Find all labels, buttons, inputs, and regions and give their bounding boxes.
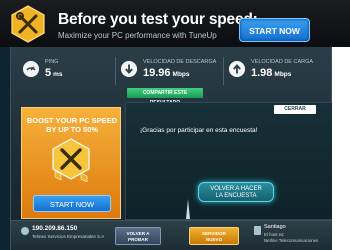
page-margin xyxy=(332,47,350,250)
retest-button[interactable]: VOLVER A PROBAR xyxy=(115,227,161,245)
tuneup-ad-banner[interactable]: Before you test your speed: Maximize you… xyxy=(0,0,350,47)
boost-headline: BOOST YOUR PC SPEED BY UP TO 50% xyxy=(22,116,122,134)
new-server-label-2: NUEVO xyxy=(205,237,223,242)
divider xyxy=(115,57,116,85)
new-server-button[interactable]: SERVIDOR NUEVO xyxy=(189,227,239,245)
close-button[interactable]: CERRAR xyxy=(274,105,316,114)
ping-icon xyxy=(23,61,39,77)
ad-start-now-button[interactable]: START NOW xyxy=(239,18,310,42)
survey-thanks-message: ¡Gracias por participar en esta encuesta… xyxy=(140,127,258,134)
download-stat: VELOCIDAD DE DESCARGA 19.96 Mbps xyxy=(121,59,221,83)
speedtest-app: PING 5 ms VELOCIDAD DE DESCARGA 19.96 Mbps xyxy=(0,47,350,250)
tuneup-logo-icon xyxy=(52,138,90,182)
retake-survey-button[interactable]: VOLVER A HACER LA ENCUESTA xyxy=(198,182,274,202)
upload-arrow-icon xyxy=(229,61,245,77)
isp-name: Telmex Servicios Empresariales S.A xyxy=(32,234,105,239)
download-value: 19.96 xyxy=(143,67,171,79)
ping-unit: ms xyxy=(53,71,63,78)
speed-dial-needle xyxy=(186,199,190,219)
server-host-label: El host es: xyxy=(264,232,285,237)
ad-headline: Before you test your speed: xyxy=(58,11,258,28)
content-row: BOOST YOUR PC SPEED BY UP TO 50% START N… xyxy=(21,102,333,220)
download-value-row: 19.96 Mbps xyxy=(143,67,190,79)
boost-start-now-button[interactable]: START NOW xyxy=(33,195,111,212)
share-result-button[interactable]: COMPARTIR ESTE RESULTADO xyxy=(127,88,203,106)
server-icon xyxy=(254,226,261,235)
boost-headline-line-1: BOOST YOUR PC SPEED xyxy=(26,116,118,125)
globe-icon xyxy=(21,227,29,235)
download-unit: Mbps xyxy=(172,71,190,78)
boost-headline-line-2: BY UP TO 50% xyxy=(45,125,99,134)
survey-panel: CERRAR ¡Gracias por participar en esta e… xyxy=(125,102,333,220)
ping-label: PING xyxy=(45,59,59,65)
results-bar: PING 5 ms VELOCIDAD DE DESCARGA 19.96 Mbps xyxy=(23,57,325,85)
retest-label-2: PROBAR xyxy=(128,237,148,242)
screen: Before you test your speed: Maximize you… xyxy=(0,0,350,250)
download-arrow-icon xyxy=(121,61,137,77)
speedtest-main-panel: PING 5 ms VELOCIDAD DE DESCARGA 19.96 Mbps xyxy=(10,47,333,250)
upload-unit: Mbps xyxy=(274,71,292,78)
download-label: VELOCIDAD DE DESCARGA xyxy=(143,59,217,65)
upload-value: 1.98 xyxy=(251,67,273,79)
divider xyxy=(223,57,224,85)
upload-value-row: 1.98 Mbps xyxy=(251,67,291,79)
ip-address: 190.209.86.150 xyxy=(32,225,78,232)
ping-value-row: 5 ms xyxy=(45,67,63,79)
footer-bar: 190.209.86.150 Telmex Servicios Empresar… xyxy=(11,220,333,250)
upload-label: VELOCIDAD DE CARGA xyxy=(251,59,314,65)
ping-value: 5 xyxy=(45,67,52,79)
ping-stat: PING 5 ms xyxy=(23,59,113,83)
upload-stat: VELOCIDAD DE CARGA 1.98 Mbps xyxy=(229,59,325,83)
boost-ad-panel[interactable]: BOOST YOUR PC SPEED BY UP TO 50% START N… xyxy=(21,107,121,219)
ad-subtitle: Maximize your PC performance with TuneUp xyxy=(58,31,217,40)
retake-survey-label-1: VOLVER A HACER xyxy=(210,185,262,192)
server-host-name: Netline Telecomunicaciones xyxy=(264,238,319,243)
server-city: Santiago xyxy=(264,224,286,230)
tuneup-logo-icon xyxy=(11,5,45,43)
retake-survey-label-2: LA ENCUESTA xyxy=(215,193,257,199)
